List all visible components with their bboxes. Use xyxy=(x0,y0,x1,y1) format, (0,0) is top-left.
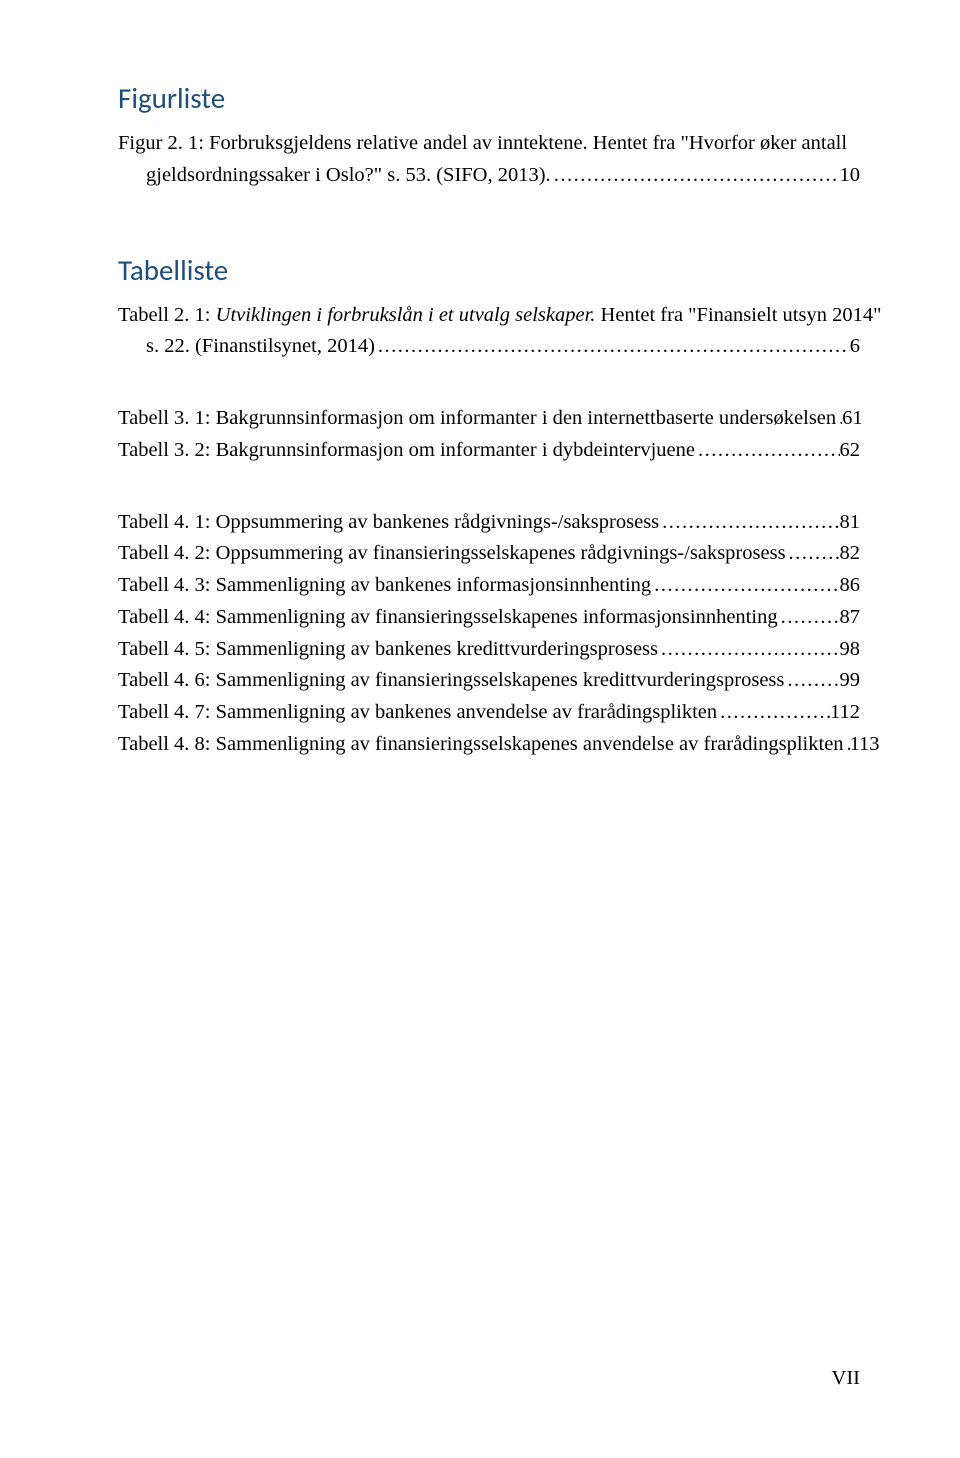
entry-page[interactable]: 87 xyxy=(840,602,861,634)
toc-entry: Tabell 4. 8: Sammenligning av finansieri… xyxy=(118,729,860,761)
toc-entry: Tabell 2. 1: Utviklingen i forbrukslån i… xyxy=(118,300,860,332)
leader-dots xyxy=(375,331,850,363)
figurliste-section: Figurliste Figur 2. 1: Forbruksgjeldens … xyxy=(118,80,860,192)
entry-page[interactable]: 113 xyxy=(850,729,880,761)
entry-text: Tabell 3. 1: Bakgrunnsinformasjon om inf… xyxy=(118,403,836,435)
entry-text: Tabell 4. 4: Sammenligning av finansieri… xyxy=(118,602,778,634)
entry-text: Tabell 2. 1: Utviklingen i forbrukslån i… xyxy=(118,300,881,332)
toc-entry: Tabell 4. 2: Oppsummering av finansierin… xyxy=(118,538,860,570)
toc-entry: Tabell 4. 3: Sammenligning av bankenes i… xyxy=(118,570,860,602)
page-number: VII xyxy=(832,1367,860,1390)
toc-entry: Tabell 4. 5: Sammenligning av bankenes k… xyxy=(118,634,860,666)
entry-text: Tabell 4. 1: Oppsummering av bankenes rå… xyxy=(118,507,659,539)
toc-entry: Tabell 4. 4: Sammenligning av finansieri… xyxy=(118,602,860,634)
leader-dots xyxy=(778,602,840,634)
toc-entry: Tabell 3. 2: Bakgrunnsinformasjon om inf… xyxy=(118,435,860,467)
leader-dots xyxy=(651,570,839,602)
leader-dots xyxy=(658,634,840,666)
leader-dots xyxy=(659,507,839,539)
entry-text: Tabell 4. 3: Sammenligning av bankenes i… xyxy=(118,570,651,602)
entry-text: gjeldsordningssaker i Oslo?" s. 53. (SIF… xyxy=(146,160,551,192)
entry-text: s. 22. (Finanstilsynet, 2014) xyxy=(146,331,375,363)
entry-page[interactable]: 112 xyxy=(830,697,860,729)
leader-dots xyxy=(717,697,830,729)
figurliste-heading: Figurliste xyxy=(118,80,860,116)
entry-text: Tabell 4. 5: Sammenligning av bankenes k… xyxy=(118,634,658,666)
toc-entry: Tabell 4. 1: Oppsummering av bankenes rå… xyxy=(118,507,860,539)
entry-text: Tabell 4. 7: Sammenligning av bankenes a… xyxy=(118,697,717,729)
entry-page[interactable]: 82 xyxy=(840,538,861,570)
leader-dots xyxy=(784,665,839,697)
entry-page[interactable]: 99 xyxy=(840,665,861,697)
entry-page[interactable]: 98 xyxy=(840,634,861,666)
entry-text: Tabell 4. 2: Oppsummering av finansierin… xyxy=(118,538,786,570)
entry-page[interactable]: 81 xyxy=(840,507,861,539)
entry-text: Tabell 4. 6: Sammenligning av finansieri… xyxy=(118,665,784,697)
tabelliste-group2: Tabell 3. 1: Bakgrunnsinformasjon om inf… xyxy=(118,403,860,467)
leader-dots xyxy=(695,435,840,467)
tabelliste-heading: Tabelliste xyxy=(118,252,860,288)
leader-dots xyxy=(551,160,840,192)
entry-page[interactable]: 62 xyxy=(840,435,861,467)
toc-entry: s. 22. (Finanstilsynet, 2014) 6 xyxy=(118,331,860,363)
toc-entry: Tabell 4. 6: Sammenligning av finansieri… xyxy=(118,665,860,697)
leader-dots xyxy=(786,538,840,570)
toc-entry: Tabell 4. 7: Sammenligning av bankenes a… xyxy=(118,697,860,729)
toc-entry: Figur 2. 1: Forbruksgjeldens relative an… xyxy=(118,128,860,160)
entry-page[interactable]: 61 xyxy=(842,403,863,435)
entry-text: Tabell 4. 8: Sammenligning av finansieri… xyxy=(118,729,844,761)
entry-page[interactable]: 6 xyxy=(850,331,860,363)
tabelliste-group3: Tabell 4. 1: Oppsummering av bankenes rå… xyxy=(118,507,860,761)
entry-page[interactable]: 86 xyxy=(840,570,861,602)
tabelliste-section: Tabelliste Tabell 2. 1: Utviklingen i fo… xyxy=(118,252,860,364)
entry-page[interactable]: 10 xyxy=(840,160,861,192)
entry-text: Figur 2. 1: Forbruksgjeldens relative an… xyxy=(118,128,847,160)
entry-text: Tabell 3. 2: Bakgrunnsinformasjon om inf… xyxy=(118,435,695,467)
toc-entry: gjeldsordningssaker i Oslo?" s. 53. (SIF… xyxy=(118,160,860,192)
toc-entry: Tabell 3. 1: Bakgrunnsinformasjon om inf… xyxy=(118,403,860,435)
